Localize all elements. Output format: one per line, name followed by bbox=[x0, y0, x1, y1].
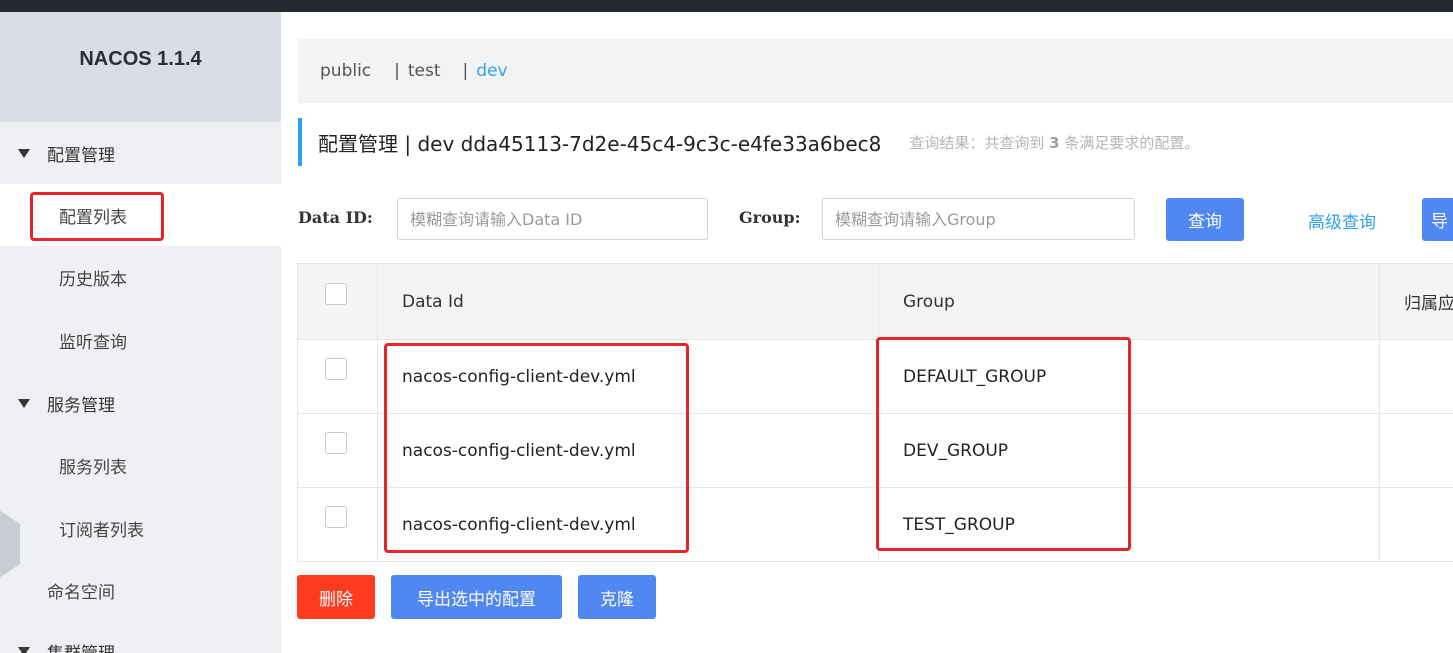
app-logo: NACOS 1.1.4 bbox=[0, 12, 281, 122]
filter-bar: Data ID: Group: 查询 高级查询 导 bbox=[298, 198, 1453, 242]
table-header-row: Data Id Group 归属应 bbox=[297, 263, 1453, 340]
caret-down-icon bbox=[18, 398, 30, 408]
namespace-separator: | bbox=[394, 61, 400, 81]
dataid-label: Data ID: bbox=[298, 208, 373, 227]
cell-app bbox=[1379, 413, 1453, 488]
top-bar bbox=[0, 0, 1453, 12]
delete-button[interactable]: 删除 bbox=[297, 575, 375, 619]
dataid-search-input[interactable] bbox=[397, 198, 708, 240]
cell-group: DEFAULT_GROUP bbox=[878, 339, 1380, 414]
cell-dataid: nacos-config-client-dev.yml bbox=[377, 413, 879, 488]
column-header-dataid: Data Id bbox=[377, 263, 879, 340]
title-accent-bar bbox=[298, 118, 302, 166]
advanced-query-link[interactable]: 高级查询 bbox=[1308, 208, 1376, 233]
group-label: Group: bbox=[739, 208, 801, 227]
sidebar-group-service[interactable]: 服务管理 bbox=[0, 372, 281, 434]
row-checkbox-cell bbox=[297, 339, 378, 414]
cell-dataid: nacos-config-client-dev.yml bbox=[377, 487, 879, 562]
sidebar-item-label: 历史版本 bbox=[59, 269, 127, 290]
sidebar-item-label: 服务列表 bbox=[59, 457, 127, 478]
row-checkbox[interactable] bbox=[325, 357, 347, 380]
query-result-hint: 查询结果：共查询到 3 条满足要求的配置。 bbox=[909, 133, 1200, 152]
cell-group: DEV_GROUP bbox=[878, 413, 1380, 488]
sidebar-group-label: 配置管理 bbox=[47, 145, 115, 166]
page-title: 配置管理 | dev dda45113-7d2e-45c4-9c3c-e4fe3… bbox=[318, 131, 882, 156]
cell-app bbox=[1379, 339, 1453, 414]
clone-button[interactable]: 克隆 bbox=[578, 575, 656, 619]
result-count: 3 bbox=[1049, 133, 1060, 152]
row-checkbox[interactable] bbox=[325, 431, 347, 454]
cell-dataid: nacos-config-client-dev.yml bbox=[377, 339, 879, 414]
sidebar-item-label: 订阅者列表 bbox=[59, 520, 144, 541]
sidebar-item-label: 命名空间 bbox=[47, 582, 115, 603]
sidebar-item-label: 配置列表 bbox=[59, 207, 127, 228]
namespace-dev[interactable]: dev bbox=[476, 61, 507, 81]
sidebar-item-namespace[interactable]: 命名空间 bbox=[0, 559, 281, 621]
row-checkbox-cell bbox=[297, 487, 378, 562]
group-search-input[interactable] bbox=[822, 198, 1135, 240]
table-row[interactable]: nacos-config-client-dev.yml DEFAULT_GROU… bbox=[297, 339, 1453, 414]
sidebar-group-label: 集群管理 bbox=[47, 639, 115, 653]
cell-app bbox=[1379, 487, 1453, 562]
config-table: Data Id Group 归属应 nacos-config-client-de… bbox=[297, 263, 1453, 562]
namespace-test[interactable]: test bbox=[408, 61, 441, 81]
sidebar-item-label: 监听查询 bbox=[59, 332, 127, 353]
column-header-app: 归属应 bbox=[1379, 263, 1453, 340]
row-checkbox-cell bbox=[297, 413, 378, 488]
namespace-bar: public | test | dev bbox=[298, 39, 1453, 103]
select-all-checkbox[interactable] bbox=[325, 282, 347, 305]
sidebar-item-config-list[interactable]: 配置列表 bbox=[0, 184, 281, 246]
column-header-group: Group bbox=[878, 263, 1380, 340]
caret-down-icon bbox=[18, 148, 30, 158]
caret-down-icon bbox=[18, 646, 30, 653]
sidebar-group-cluster[interactable]: 集群管理 bbox=[0, 620, 281, 653]
sidebar: NACOS 1.1.4 配置管理 配置列表 历史版本 监听查询 服务管理 服务列… bbox=[0, 12, 281, 653]
sidebar-group-config[interactable]: 配置管理 bbox=[0, 122, 281, 184]
page-header: 配置管理 | dev dda45113-7d2e-45c4-9c3c-e4fe3… bbox=[298, 118, 1199, 166]
export-button[interactable]: 导 bbox=[1422, 198, 1453, 241]
table-row[interactable]: nacos-config-client-dev.yml DEV_GROUP bbox=[297, 413, 1453, 488]
namespace-separator: | bbox=[462, 61, 469, 81]
sidebar-item-listener-query[interactable]: 监听查询 bbox=[0, 309, 281, 371]
export-selected-button[interactable]: 导出选中的配置 bbox=[391, 575, 562, 619]
query-button[interactable]: 查询 bbox=[1166, 198, 1244, 241]
header-checkbox-cell bbox=[297, 263, 378, 340]
sidebar-item-service-list[interactable]: 服务列表 bbox=[0, 434, 281, 496]
sidebar-item-history[interactable]: 历史版本 bbox=[0, 246, 281, 308]
cell-group: TEST_GROUP bbox=[878, 487, 1380, 562]
sidebar-group-label: 服务管理 bbox=[47, 395, 115, 416]
sidebar-item-subscriber-list[interactable]: 订阅者列表 bbox=[0, 497, 281, 559]
namespace-public[interactable]: public bbox=[320, 61, 371, 81]
row-checkbox[interactable] bbox=[325, 505, 347, 528]
app-title: NACOS 1.1.4 bbox=[79, 47, 202, 70]
table-row[interactable]: nacos-config-client-dev.yml TEST_GROUP bbox=[297, 487, 1453, 562]
